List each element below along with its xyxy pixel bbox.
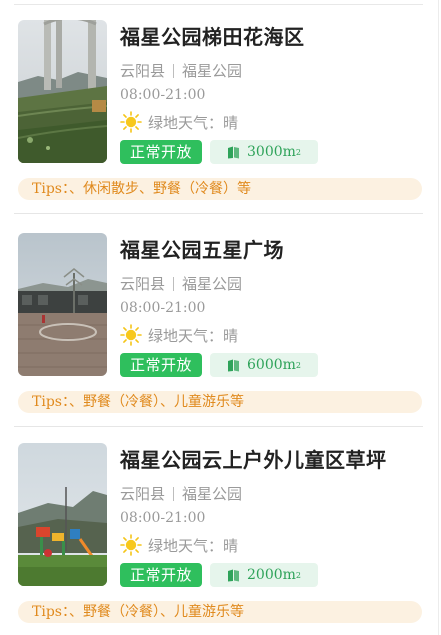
- area-badge: 6000m 2: [210, 353, 318, 377]
- weather-label: 绿地天气：: [148, 326, 224, 345]
- park-title[interactable]: 福星公园五星广场: [120, 234, 284, 263]
- area-icon: [228, 359, 239, 371]
- park-card[interactable]: 福星公园梯田花海区 云阳县 福星公园 08:00-21:00 绿地天气：晴 正常开…: [0, 0, 441, 214]
- park-location: 云阳县 福星公园: [120, 273, 242, 294]
- tips-text: 、休闲散步、野餐（冷餐）等: [68, 181, 251, 197]
- park-location: 云阳县 福星公园: [120, 483, 242, 504]
- park-title[interactable]: 福星公园梯田花海区: [120, 21, 305, 50]
- location-separator: [173, 277, 175, 291]
- county-name: 云阳县: [120, 485, 166, 503]
- status-badge: 正常开放: [120, 353, 202, 377]
- area-icon: [228, 569, 239, 581]
- sun-icon: [120, 111, 142, 133]
- park-card[interactable]: 福星公园云上户外儿童区草坪 云阳县 福星公园 08:00-21:00 绿地天气：晴…: [0, 423, 441, 633]
- park-title[interactable]: 福星公园云上户外儿童区草坪: [120, 444, 387, 473]
- weather-label: 绿地天气：: [148, 536, 224, 555]
- status-badge: 正常开放: [120, 140, 202, 164]
- park-location: 云阳县 福星公园: [120, 60, 242, 81]
- weather-row: 绿地天气：晴: [120, 534, 238, 556]
- county-name: 云阳县: [120, 62, 166, 80]
- park-photo-playground[interactable]: [18, 443, 107, 586]
- area-icon: [228, 146, 239, 158]
- weather-value: 晴: [223, 326, 239, 345]
- park-photo-terrace[interactable]: [18, 20, 107, 163]
- tips-label: Tips：: [32, 604, 69, 620]
- area-badge: 3000m 2: [210, 140, 318, 164]
- location-separator: [173, 487, 175, 501]
- area-unit-superscript: 2: [295, 570, 301, 580]
- tips-label: Tips：: [32, 181, 69, 197]
- location-separator: [173, 64, 175, 78]
- park-name: 福星公园: [182, 485, 243, 503]
- sun-icon: [120, 534, 142, 556]
- sun-icon: [120, 324, 142, 346]
- area-unit-superscript: 2: [295, 360, 301, 370]
- tips-bar: Tips：、野餐（冷餐）、儿童游乐等: [18, 391, 422, 413]
- weather-row: 绿地天气：晴: [120, 324, 238, 346]
- weather-value: 晴: [223, 113, 239, 132]
- tips-text: 、野餐（冷餐）、儿童游乐等: [68, 604, 244, 620]
- area-value: 3000m: [247, 144, 296, 160]
- tips-bar: Tips：、野餐（冷餐）、儿童游乐等: [18, 601, 422, 623]
- area-unit-superscript: 2: [295, 147, 301, 157]
- tips-label: Tips：: [32, 394, 69, 410]
- area-value: 2000m: [247, 567, 296, 583]
- park-card[interactable]: 福星公园五星广场 云阳县 福星公园 08:00-21:00 绿地天气：晴 正常开放…: [0, 213, 441, 427]
- opening-hours: 08:00-21:00: [120, 87, 206, 103]
- weather-value: 晴: [223, 536, 239, 555]
- weather-row: 绿地天气：晴: [120, 111, 238, 133]
- area-badge: 2000m 2: [210, 563, 318, 587]
- park-name: 福星公园: [182, 275, 243, 293]
- status-badge: 正常开放: [120, 563, 202, 587]
- tips-bar: Tips：、休闲散步、野餐（冷餐）等: [18, 178, 422, 200]
- park-name: 福星公园: [182, 62, 243, 80]
- opening-hours: 08:00-21:00: [120, 300, 206, 316]
- tips-text: 、野餐（冷餐）、儿童游乐等: [68, 394, 244, 410]
- county-name: 云阳县: [120, 275, 166, 293]
- park-photo-plaza[interactable]: [18, 233, 107, 376]
- opening-hours: 08:00-21:00: [120, 510, 206, 526]
- weather-label: 绿地天气：: [148, 113, 224, 132]
- area-value: 6000m: [247, 357, 296, 373]
